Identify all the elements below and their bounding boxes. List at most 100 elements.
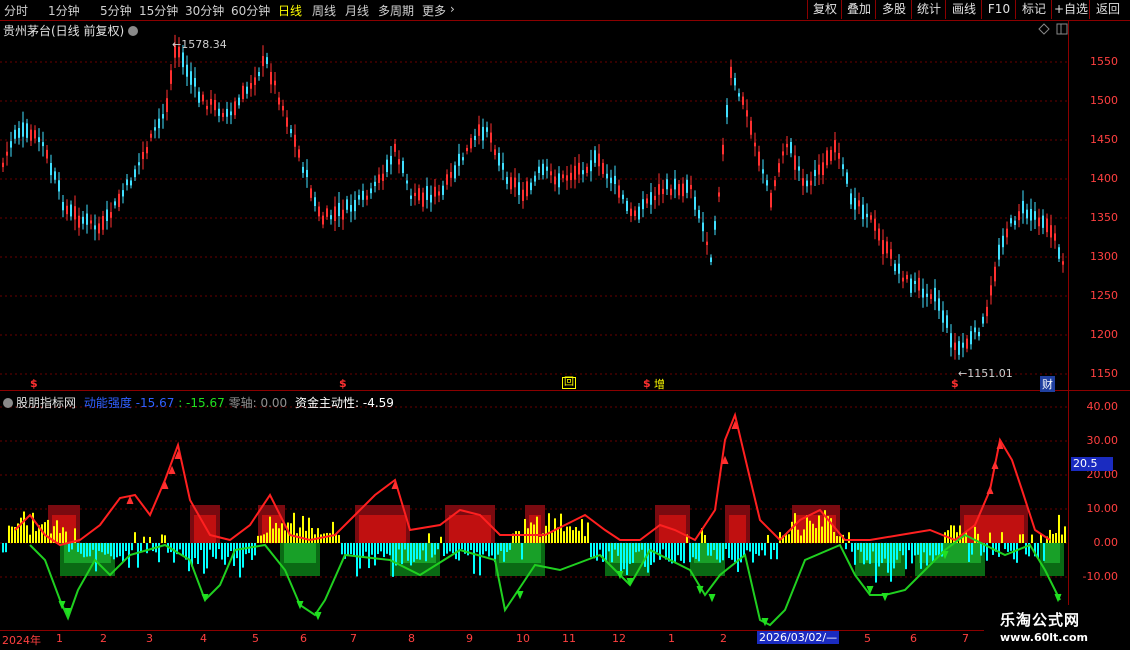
hist-bar-positive [536, 516, 538, 543]
candle-body [690, 184, 692, 190]
stock-title-text: 贵州茅台(日线 前复权) [3, 24, 125, 38]
event-marker[interactable]: $ [30, 377, 38, 390]
overlay-button[interactable]: 叠加 [841, 0, 876, 19]
statistics-button[interactable]: 统计 [911, 0, 946, 19]
f10-button[interactable]: F10 [981, 0, 1016, 19]
event-marker-return[interactable]: 回 [562, 377, 576, 389]
hist-bar-positive [1061, 534, 1063, 543]
candle-body [242, 85, 244, 100]
period-tab-30min[interactable]: 30分钟 [185, 2, 224, 19]
candle-body [638, 206, 640, 220]
momentum-down-line [29, 533, 1061, 627]
hist-bar-positive [299, 527, 301, 543]
hist-bar-negative [1028, 543, 1030, 557]
x-axis-label: 3 [146, 632, 153, 645]
hist-bar-positive [800, 535, 802, 543]
hist-bar-negative [728, 543, 730, 559]
candle-body [386, 159, 388, 173]
x-axis-label: 5 [864, 632, 871, 645]
hist-bar-negative [893, 543, 895, 569]
hist-bar-positive [974, 526, 976, 543]
candle-body [394, 143, 396, 152]
candle-body [794, 155, 796, 170]
hist-bar-negative [371, 543, 373, 555]
event-marker-finance[interactable]: 财 [1040, 376, 1055, 392]
hist-bar-negative [662, 543, 664, 550]
period-tab-1min[interactable]: 1分钟 [48, 2, 80, 19]
hist-bar-negative [635, 543, 637, 553]
period-tab-multi[interactable]: 多周期 [378, 2, 414, 19]
hist-bar-positive [32, 512, 34, 543]
candle-body [334, 206, 336, 221]
period-tab-5min[interactable]: 5分钟 [100, 2, 132, 19]
back-button[interactable]: 返回 [1089, 0, 1126, 19]
candle-body [354, 199, 356, 212]
candle-body [478, 124, 480, 136]
x-axis-label: 9 [466, 632, 473, 645]
zone-block [690, 543, 725, 576]
hist-bar-negative [407, 543, 409, 561]
draw-line-button[interactable]: 画线 [945, 0, 982, 19]
hist-bar-negative [170, 543, 172, 553]
zone-block [499, 543, 541, 563]
candle-body [150, 133, 152, 138]
event-marker-increase[interactable]: 增 [654, 376, 665, 392]
candle-body [1058, 247, 1060, 259]
hist-bar-positive [305, 530, 307, 543]
hist-bar-negative [80, 543, 82, 554]
candle-body [74, 206, 76, 220]
mark-button[interactable]: 标记 [1015, 0, 1052, 19]
ind-y-axis-label: 30.00 [1086, 434, 1119, 447]
hist-bar-negative [755, 543, 757, 554]
hist-bar-negative [419, 543, 421, 560]
hist-bar-positive [704, 535, 706, 543]
hist-bar-negative [845, 543, 847, 550]
period-tab-daily[interactable]: 日线 [278, 2, 302, 19]
hist-bar-positive [947, 530, 949, 543]
dropdown-circle-icon[interactable] [128, 26, 139, 36]
hist-bar-negative [1025, 543, 1027, 555]
chevron-right-icon[interactable]: › [450, 2, 455, 16]
hist-bar-positive [278, 528, 280, 543]
hist-bar-negative [650, 543, 652, 565]
period-tab-weekly[interactable]: 周线 [312, 2, 336, 19]
candle-body [382, 173, 384, 181]
dropdown-circle-icon[interactable] [3, 398, 13, 408]
hist-bar-positive [14, 527, 16, 543]
multi-stock-button[interactable]: 多股 [875, 0, 912, 19]
hist-bar-negative [752, 543, 754, 563]
hist-bar-positive [959, 525, 961, 543]
period-tab-more[interactable]: 更多 [422, 2, 446, 19]
event-marker[interactable]: $ [951, 377, 959, 390]
candle-body [402, 160, 404, 174]
hist-bar-negative [356, 543, 358, 577]
zone-block [659, 515, 686, 543]
hist-bar-negative [626, 543, 628, 575]
hist-bar-positive [1058, 514, 1060, 543]
candle-body [538, 166, 540, 173]
ind-y-axis-label: 40.00 [1086, 400, 1119, 413]
period-tab-timeshare[interactable]: 分时 [4, 2, 28, 19]
period-tab-monthly[interactable]: 月线 [345, 2, 369, 19]
hist-bar-positive [803, 529, 805, 543]
hist-bar-negative [689, 543, 691, 563]
period-tab-15min[interactable]: 15分钟 [139, 2, 178, 19]
period-tab-60min[interactable]: 60分钟 [231, 2, 270, 19]
event-marker[interactable]: $ [643, 377, 651, 390]
hist-bar-negative [521, 543, 523, 560]
event-marker[interactable]: $ [339, 377, 347, 390]
candle-body [782, 151, 784, 156]
hist-bar-negative [494, 543, 496, 562]
adjust-button[interactable]: 复权 [807, 0, 842, 19]
hist-bar-positive [311, 528, 313, 543]
candle-body [322, 215, 324, 225]
hist-bar-positive [797, 529, 799, 543]
add-watchlist-button[interactable]: +自选 [1051, 0, 1090, 19]
candle-body [562, 174, 564, 179]
kline-chart[interactable] [0, 0, 1130, 650]
hist-bar-negative [860, 543, 862, 552]
hist-bar-positive [512, 533, 514, 543]
candle-body [330, 215, 332, 220]
candle-body [506, 177, 508, 184]
candle-body [342, 209, 344, 220]
